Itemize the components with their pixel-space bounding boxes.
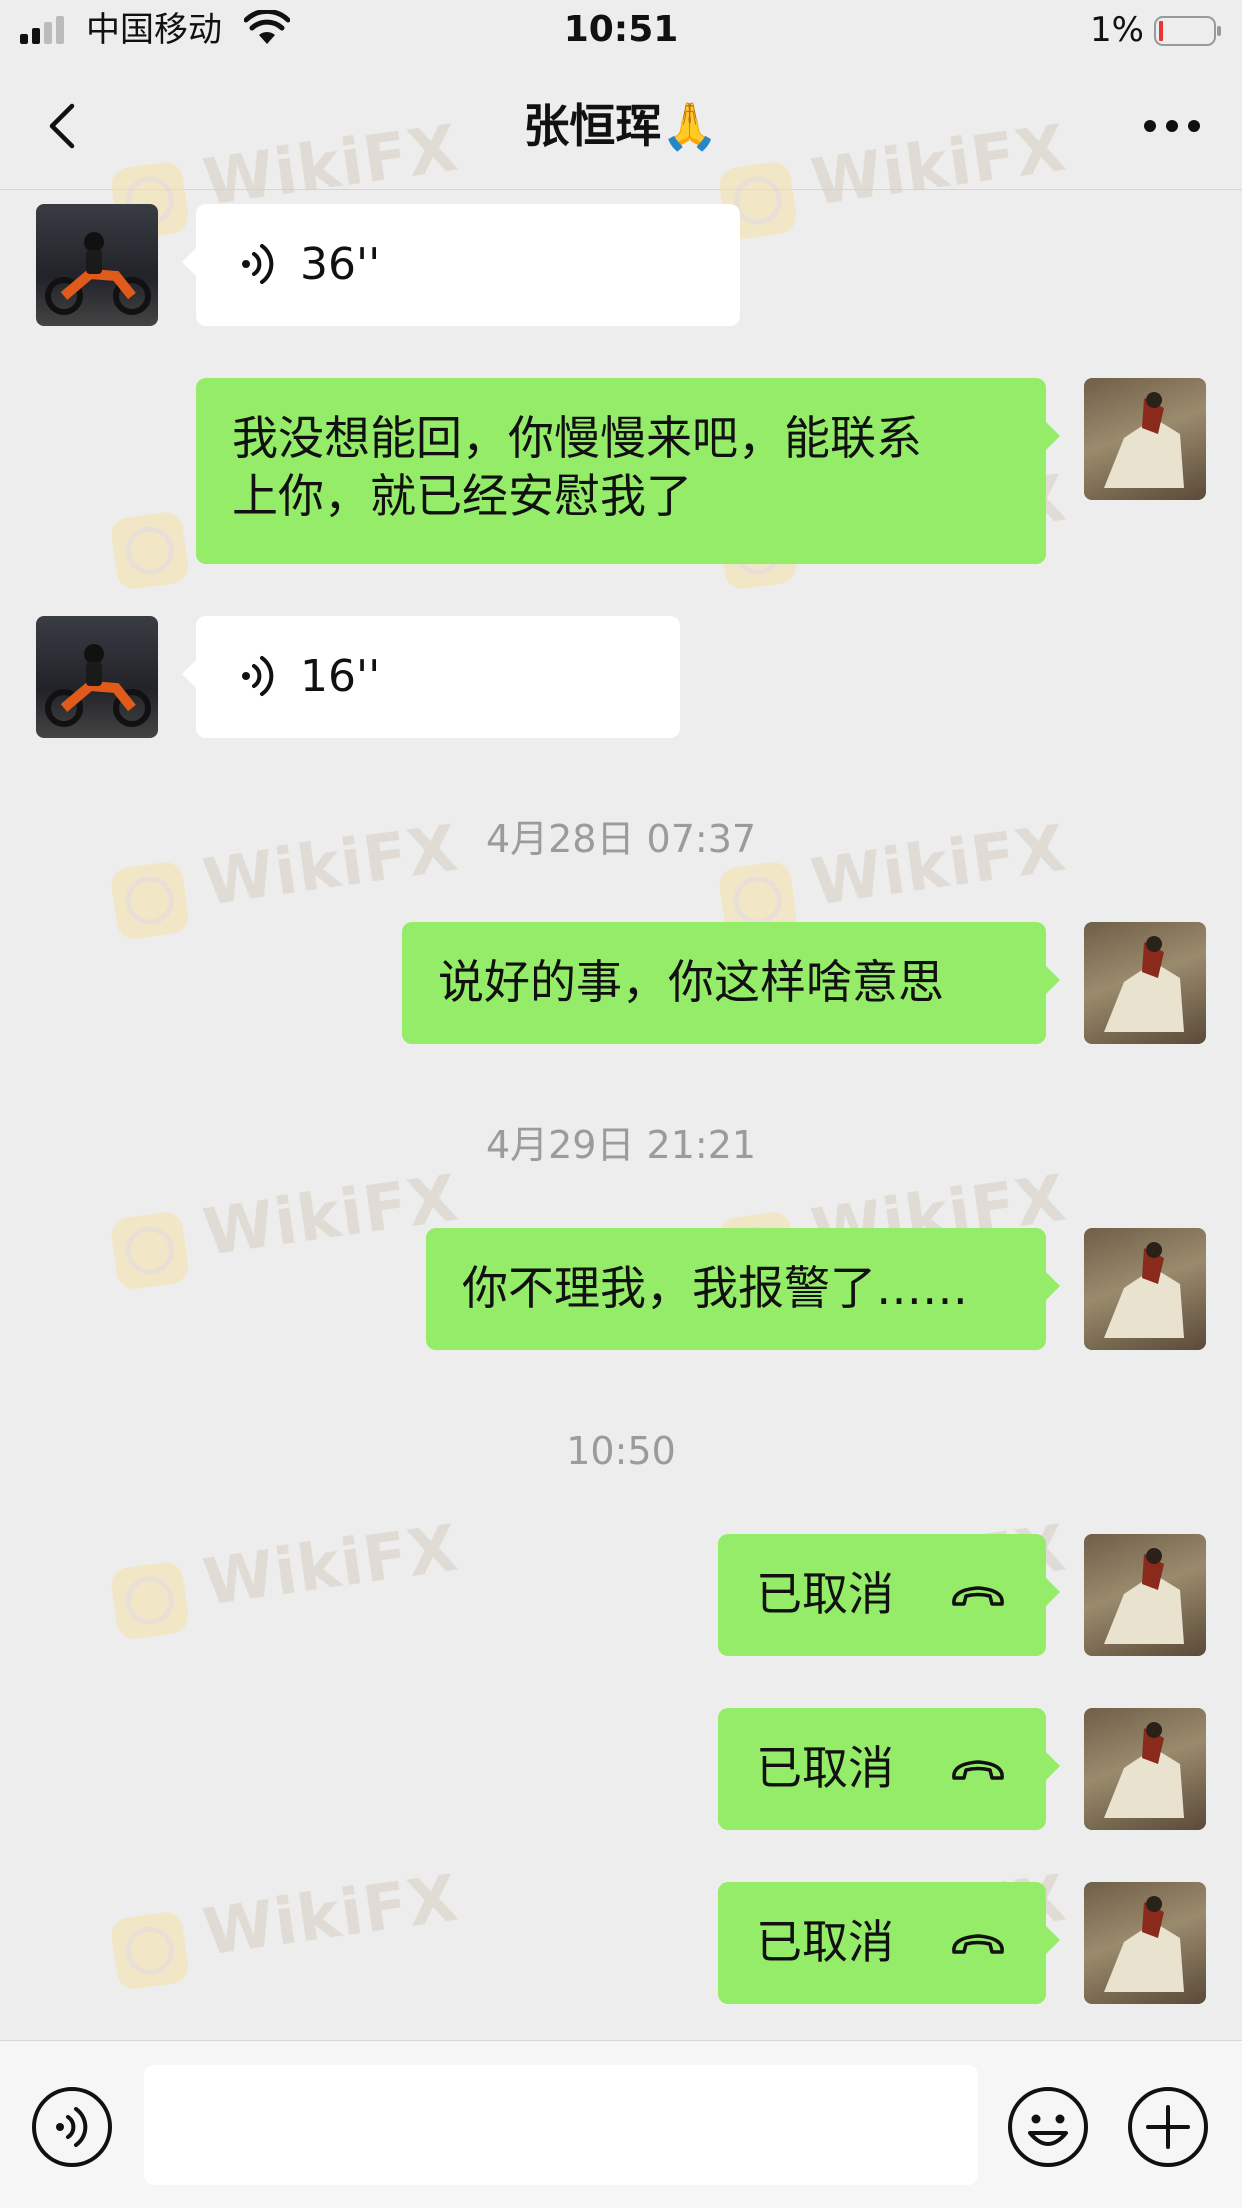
sent-message[interactable]: 我没想能回，你慢慢来吧，能联系 上你，就已经安慰我了	[196, 378, 1060, 564]
call-status: 已取消	[756, 1915, 894, 1969]
voice-input-icon[interactable]	[30, 2085, 114, 2169]
watermark: WikiFX	[107, 1157, 463, 1299]
watermark-text: WikiFX	[198, 1511, 463, 1621]
message-line: 上你，就已经安慰我了	[232, 469, 692, 523]
motorcycle-image	[45, 232, 151, 315]
motorcycle-image	[45, 644, 151, 727]
status-time: 10:51	[563, 9, 679, 50]
watermark: WikiFX	[107, 1857, 463, 1999]
voice-wave-icon	[242, 656, 274, 696]
contact-avatar[interactable]	[36, 204, 158, 326]
phone-hangup-icon	[952, 1586, 1004, 1606]
watermark: WikiFX	[107, 1507, 463, 1649]
voice-wave-icon	[242, 244, 274, 284]
call-message[interactable]: 已取消	[718, 1882, 1060, 2004]
timestamp: 10:50	[566, 1429, 676, 1473]
timestamp: 4月28日 07:37	[485, 817, 757, 861]
watermark-logo	[109, 1209, 191, 1292]
voice-message[interactable]: 36''	[182, 204, 740, 326]
sent-message[interactable]: 你不理我，我报警了……	[426, 1228, 1060, 1350]
horse-rider-image	[1104, 392, 1184, 488]
my-avatar[interactable]	[1084, 1228, 1206, 1350]
watermark-logo	[109, 1559, 191, 1642]
message-input[interactable]	[144, 2065, 978, 2185]
phone-hangup-icon	[952, 1760, 1004, 1780]
watermark-logo	[109, 1909, 191, 1992]
horse-rider-image	[1104, 1242, 1184, 1338]
call-status: 已取消	[756, 1567, 894, 1621]
plus-icon[interactable]	[1126, 2085, 1210, 2169]
message-text: 你不理我，我报警了……	[462, 1261, 968, 1315]
call-message[interactable]: 已取消	[718, 1708, 1060, 1830]
watermark-text: WikiFX	[198, 1161, 463, 1271]
horse-rider-image	[1104, 1548, 1184, 1644]
chat-title: 张恒珲🙏	[523, 99, 719, 153]
message-text: 我没想能回，你慢慢来吧，能联系 上你，就已经安慰我了	[232, 409, 1010, 525]
emoji-icon[interactable]	[1006, 2085, 1090, 2169]
voice-duration: 16''	[300, 651, 381, 702]
message-line: 我没想能回，你慢慢来吧，能联系	[232, 411, 922, 465]
horse-rider-image	[1104, 1896, 1184, 1992]
horse-rider-image	[1104, 936, 1184, 1032]
my-avatar[interactable]	[1084, 1708, 1206, 1830]
voice-message[interactable]: 16''	[182, 616, 680, 738]
my-avatar[interactable]	[1084, 378, 1206, 500]
contact-avatar[interactable]	[36, 616, 158, 738]
my-avatar[interactable]	[1084, 1534, 1206, 1656]
watermark-text: WikiFX	[198, 1861, 463, 1971]
status-bar: 中国移动 10:51 1%	[0, 0, 1242, 64]
input-bar	[0, 2040, 1242, 2208]
sent-message[interactable]: 说好的事，你这样啥意思	[402, 922, 1060, 1044]
watermark-logo	[109, 859, 191, 942]
watermark-logo	[109, 509, 191, 592]
message-text: 说好的事，你这样啥意思	[438, 955, 944, 1009]
call-status: 已取消	[756, 1741, 894, 1795]
call-message[interactable]: 已取消	[718, 1534, 1060, 1656]
timestamp: 4月29日 21:21	[485, 1123, 757, 1167]
voice-duration: 36''	[300, 239, 381, 290]
more-icon[interactable]	[1132, 94, 1212, 158]
battery-percent: 1%	[1090, 10, 1144, 50]
my-avatar[interactable]	[1084, 1882, 1206, 2004]
battery-icon	[1154, 16, 1221, 46]
my-avatar[interactable]	[1084, 922, 1206, 1044]
phone-hangup-icon	[952, 1934, 1004, 1954]
horse-rider-image	[1104, 1722, 1184, 1818]
chat-header: 张恒珲🙏	[0, 64, 1242, 190]
